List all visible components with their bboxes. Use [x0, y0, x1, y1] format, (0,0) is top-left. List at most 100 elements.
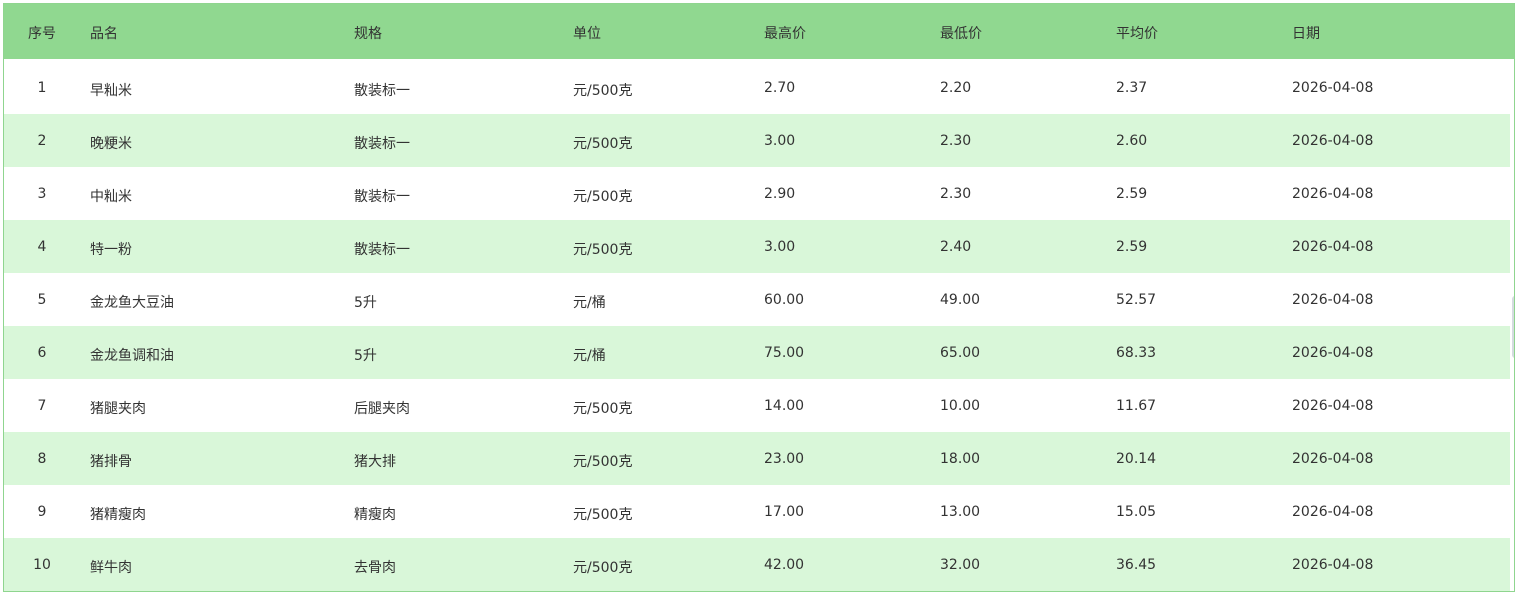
- cell-spec: 散装标一: [354, 136, 410, 152]
- table-row: 10 鲜牛肉 去骨肉 元/500克 42.00 32.00 36.45 2026…: [4, 538, 1510, 591]
- cell-max-price: 23.00: [764, 451, 805, 467]
- cell-min-price: 2.40: [940, 239, 972, 255]
- cell-avg-price: 15.05: [1116, 504, 1157, 520]
- cell-avg-price: 2.59: [1116, 186, 1148, 202]
- cell-unit: 元/500克: [573, 242, 633, 258]
- cell-unit: 元/500克: [573, 401, 633, 417]
- cell-max-price: 2.90: [764, 186, 796, 202]
- cell-spec: 猪大排: [354, 454, 396, 470]
- cell-index: 5: [37, 292, 47, 308]
- cell-unit: 元/500克: [573, 560, 633, 576]
- cell-date: 2026-04-08: [1292, 557, 1374, 573]
- cell-max-price: 60.00: [764, 292, 805, 308]
- cell-product-name: 特一粉: [90, 242, 132, 258]
- cell-unit: 元/500克: [573, 189, 633, 205]
- cell-spec: 5升: [354, 348, 377, 364]
- cell-date: 2026-04-08: [1292, 239, 1374, 255]
- cell-product-name: 猪腿夹肉: [90, 401, 146, 417]
- header-date: 日期: [1292, 26, 1320, 42]
- cell-date: 2026-04-08: [1292, 80, 1374, 96]
- cell-date: 2026-04-08: [1292, 133, 1374, 149]
- cell-product-name: 猪排骨: [90, 454, 132, 470]
- cell-min-price: 65.00: [940, 345, 981, 361]
- cell-max-price: 3.00: [764, 133, 796, 149]
- cell-avg-price: 36.45: [1116, 557, 1157, 573]
- cell-spec: 5升: [354, 295, 377, 311]
- header-unit: 单位: [573, 26, 601, 42]
- cell-date: 2026-04-08: [1292, 186, 1374, 202]
- cell-max-price: 3.00: [764, 239, 796, 255]
- cell-unit: 元/500克: [573, 83, 633, 99]
- table-row: 7 猪腿夹肉 后腿夹肉 元/500克 14.00 10.00 11.67 202…: [4, 379, 1510, 432]
- cell-avg-price: 20.14: [1116, 451, 1157, 467]
- cell-min-price: 13.00: [940, 504, 981, 520]
- cell-unit: 元/500克: [573, 136, 633, 152]
- cell-max-price: 14.00: [764, 398, 805, 414]
- header-avg-price: 平均价: [1116, 26, 1158, 42]
- cell-spec: 精瘦肉: [354, 507, 396, 523]
- cell-avg-price: 52.57: [1116, 292, 1157, 308]
- cell-date: 2026-04-08: [1292, 345, 1374, 361]
- cell-spec: 散装标一: [354, 189, 410, 205]
- table-row: 4 特一粉 散装标一 元/500克 3.00 2.40 2.59 2026-04…: [4, 220, 1510, 273]
- cell-min-price: 18.00: [940, 451, 981, 467]
- price-table: 序号 品名 规格 单位 最高价 最低价 平均价 日期 1 早籼米 散装标一 元/…: [3, 3, 1515, 592]
- cell-product-name: 金龙鱼大豆油: [90, 295, 174, 311]
- cell-date: 2026-04-08: [1292, 398, 1374, 414]
- table-row: 2 晚粳米 散装标一 元/500克 3.00 2.30 2.60 2026-04…: [4, 114, 1510, 167]
- cell-index: 2: [37, 133, 47, 149]
- cell-avg-price: 11.67: [1116, 398, 1157, 414]
- cell-spec: 去骨肉: [354, 560, 396, 576]
- scrollbar-thumb[interactable]: [1512, 296, 1514, 358]
- cell-min-price: 2.20: [940, 80, 972, 96]
- cell-avg-price: 2.37: [1116, 80, 1148, 96]
- table-row: 8 猪排骨 猪大排 元/500克 23.00 18.00 20.14 2026-…: [4, 432, 1510, 485]
- cell-product-name: 鲜牛肉: [90, 560, 132, 576]
- cell-min-price: 32.00: [940, 557, 981, 573]
- cell-index: 6: [37, 345, 47, 361]
- cell-max-price: 2.70: [764, 80, 796, 96]
- cell-spec: 散装标一: [354, 83, 410, 99]
- cell-avg-price: 68.33: [1116, 345, 1157, 361]
- cell-max-price: 42.00: [764, 557, 805, 573]
- cell-product-name: 猪精瘦肉: [90, 507, 146, 523]
- cell-index: 4: [37, 239, 47, 255]
- table-row: 6 金龙鱼调和油 5升 元/桶 75.00 65.00 68.33 2026-0…: [4, 326, 1510, 379]
- cell-date: 2026-04-08: [1292, 504, 1374, 520]
- cell-unit: 元/500克: [573, 454, 633, 470]
- cell-unit: 元/桶: [573, 295, 606, 311]
- cell-unit: 元/桶: [573, 348, 606, 364]
- header-min-price: 最低价: [940, 26, 982, 42]
- table-row: 1 早籼米 散装标一 元/500克 2.70 2.20 2.37 2026-04…: [4, 61, 1510, 114]
- table-row: 5 金龙鱼大豆油 5升 元/桶 60.00 49.00 52.57 2026-0…: [4, 273, 1510, 326]
- cell-index: 7: [37, 398, 47, 414]
- cell-product-name: 中籼米: [90, 189, 132, 205]
- cell-unit: 元/500克: [573, 507, 633, 523]
- cell-date: 2026-04-08: [1292, 451, 1374, 467]
- table-row: 3 中籼米 散装标一 元/500克 2.90 2.30 2.59 2026-04…: [4, 167, 1510, 220]
- cell-product-name: 金龙鱼调和油: [90, 348, 174, 364]
- cell-index: 10: [33, 557, 51, 573]
- cell-product-name: 早籼米: [90, 83, 132, 99]
- cell-max-price: 75.00: [764, 345, 805, 361]
- cell-index: 9: [37, 504, 47, 520]
- cell-spec: 散装标一: [354, 242, 410, 258]
- table-header: 序号 品名 规格 单位 最高价 最低价 平均价 日期: [4, 4, 1514, 59]
- cell-max-price: 17.00: [764, 504, 805, 520]
- cell-date: 2026-04-08: [1292, 292, 1374, 308]
- cell-spec: 后腿夹肉: [354, 401, 410, 417]
- header-product-name: 品名: [90, 26, 118, 42]
- cell-min-price: 2.30: [940, 186, 972, 202]
- header-spec: 规格: [354, 26, 382, 42]
- cell-min-price: 2.30: [940, 133, 972, 149]
- table-row: 9 猪精瘦肉 精瘦肉 元/500克 17.00 13.00 15.05 2026…: [4, 485, 1510, 538]
- cell-index: 1: [37, 80, 47, 96]
- cell-index: 8: [37, 451, 47, 467]
- cell-min-price: 10.00: [940, 398, 981, 414]
- cell-avg-price: 2.59: [1116, 239, 1148, 255]
- cell-product-name: 晚粳米: [90, 136, 132, 152]
- header-max-price: 最高价: [764, 26, 806, 42]
- cell-index: 3: [37, 186, 47, 202]
- cell-avg-price: 2.60: [1116, 133, 1148, 149]
- header-index: 序号: [28, 26, 56, 42]
